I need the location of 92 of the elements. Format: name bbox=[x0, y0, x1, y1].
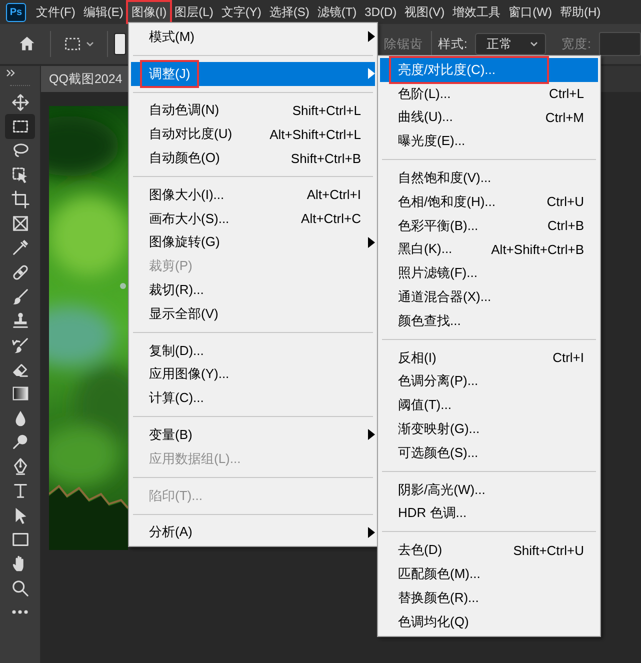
width-field[interactable] bbox=[599, 32, 641, 56]
menu-item[interactable]: 可选颜色(S)... bbox=[380, 440, 598, 465]
shortcut-label: Alt+Ctrl+C bbox=[301, 211, 361, 226]
width-label: 宽度: bbox=[562, 36, 591, 52]
menu-bar-item[interactable]: 选择(S) bbox=[265, 0, 314, 24]
menu-bar-item[interactable]: 编辑(E) bbox=[79, 0, 128, 24]
style-label: 样式: bbox=[438, 36, 468, 52]
marquee-icon bbox=[62, 35, 83, 53]
menu-item[interactable]: 亮度/对比度(C)... bbox=[380, 58, 598, 82]
shortcut-label: Shift+Ctrl+U bbox=[513, 542, 584, 558]
menu-bar-item[interactable]: 帮助(H) bbox=[556, 0, 605, 24]
collapse-icon[interactable] bbox=[6, 69, 16, 77]
bandage-icon bbox=[10, 262, 30, 282]
menu-item[interactable]: 匹配颜色(M)... bbox=[380, 562, 598, 586]
menu-item[interactable]: 黑白(K)... Alt+Shift+Ctrl+B bbox=[380, 238, 598, 262]
style-dropdown[interactable]: 正常 bbox=[475, 33, 546, 55]
menu-bar-item[interactable]: 图层(L) bbox=[170, 0, 218, 24]
document-tab[interactable]: QQ截图2024 bbox=[41, 66, 129, 92]
shortcut-label: Alt+Ctrl+I bbox=[306, 187, 361, 202]
shortcut-label: Ctrl+B bbox=[548, 218, 584, 234]
menu-item[interactable]: 颜色查找... bbox=[380, 308, 598, 333]
menu-item[interactable]: 替换颜色(R)... bbox=[380, 586, 598, 610]
app-logo: Ps bbox=[6, 2, 26, 22]
menu-item[interactable]: 色相/饱和度(H)... Ctrl+U bbox=[380, 190, 598, 214]
menu-item[interactable]: 图像旋转(G) bbox=[131, 230, 375, 254]
menu-item[interactable]: 反相(I) Ctrl+I bbox=[380, 346, 598, 370]
menu-bar-item[interactable]: 窗口(W) bbox=[504, 0, 556, 24]
shortcut-label: Ctrl+M bbox=[545, 110, 584, 125]
menu-bar-item[interactable]: 文件(F) bbox=[32, 0, 80, 24]
caret-icon bbox=[528, 39, 539, 49]
menu-item[interactable]: 裁切(R)... bbox=[131, 278, 375, 302]
shortcut-label: Alt+Shift+Ctrl+B bbox=[491, 242, 584, 257]
shortcut-label: Ctrl+U bbox=[546, 194, 584, 210]
menu-item[interactable]: 阴影/高光(W)... bbox=[380, 478, 598, 502]
menu-item[interactable]: 色调均化(Q) bbox=[380, 610, 598, 634]
submenu-arrow-icon bbox=[368, 236, 375, 248]
dodge-icon bbox=[10, 432, 30, 452]
history-brush-icon bbox=[10, 336, 30, 355]
crop-icon bbox=[10, 190, 30, 209]
menu-item[interactable]: 复制(D)... bbox=[131, 338, 375, 363]
menu-item[interactable]: 分析(A) bbox=[131, 520, 375, 544]
menu-item[interactable]: HDR 色调... bbox=[380, 502, 598, 526]
magnifier-icon bbox=[10, 578, 30, 598]
menu-bar-item[interactable]: 滤镜(T) bbox=[313, 0, 361, 24]
stamp-icon bbox=[10, 311, 30, 330]
caret-icon bbox=[84, 39, 95, 49]
selection-mode-button[interactable] bbox=[114, 33, 126, 55]
tool-button[interactable] bbox=[5, 114, 35, 139]
menu-item[interactable]: 自动色调(N) Shift+Ctrl+L bbox=[131, 98, 375, 122]
menu-item[interactable]: 图像大小(I)... Alt+Ctrl+I bbox=[131, 182, 375, 207]
menu-item[interactable]: 渐变映射(G)... bbox=[380, 417, 598, 441]
menu-item[interactable]: 色调分离(P)... bbox=[380, 370, 598, 394]
menu-bar-item[interactable]: 增效工具 bbox=[448, 0, 505, 24]
menu-item[interactable]: 画布大小(S)... Alt+Ctrl+C bbox=[131, 206, 375, 231]
menu-item[interactable]: 自动对比度(U) Alt+Shift+Ctrl+L bbox=[131, 122, 375, 146]
shortcut-label: Shift+Ctrl+L bbox=[292, 102, 361, 118]
menu-item[interactable]: 曝光度(E)... bbox=[380, 129, 598, 154]
menu-item[interactable]: 自然饱和度(V)... bbox=[380, 166, 598, 190]
menu-item[interactable]: 曲线(U)... Ctrl+M bbox=[380, 106, 598, 130]
menu-bar-item[interactable]: 视图(V) bbox=[400, 0, 449, 24]
frame-icon bbox=[10, 214, 30, 234]
submenu-arrow-icon bbox=[368, 68, 375, 79]
menu-item[interactable]: 通道混合器(X)... bbox=[380, 285, 598, 309]
menu-bar-item[interactable]: 图像(I) bbox=[127, 0, 171, 24]
menu-item[interactable]: 模式(M) bbox=[131, 25, 375, 49]
brush-icon bbox=[10, 287, 30, 306]
menu-bar-item[interactable]: 文字(Y) bbox=[217, 0, 266, 24]
menu-item[interactable]: 自动颜色(O) Shift+Ctrl+B bbox=[131, 146, 375, 170]
eyedropper-icon bbox=[10, 238, 30, 258]
more-icon bbox=[12, 610, 28, 614]
menu-bar-item[interactable]: 3D(D) bbox=[360, 0, 401, 24]
menu-item[interactable]: 调整(J) bbox=[131, 62, 375, 86]
object-select-icon bbox=[10, 166, 30, 185]
menu-item[interactable]: 照片滤镜(F)... bbox=[380, 261, 598, 286]
submenu-arrow-icon bbox=[368, 429, 375, 440]
shortcut-label: Shift+Ctrl+B bbox=[290, 150, 361, 166]
menu-item[interactable]: 阈值(T)... bbox=[380, 393, 598, 418]
shortcut-label: Alt+Shift+Ctrl+L bbox=[270, 126, 361, 142]
home-icon bbox=[18, 35, 36, 53]
menu-item[interactable]: 显示全部(V) bbox=[131, 302, 375, 326]
shortcut-label: Ctrl+L bbox=[548, 86, 584, 102]
menu-item[interactable]: 变量(B) bbox=[131, 423, 375, 447]
menu-item[interactable]: 应用图像(Y)... bbox=[131, 362, 375, 386]
menu-item[interactable]: 色彩平衡(B)... Ctrl+B bbox=[380, 214, 598, 238]
submenu-arrow-icon bbox=[368, 526, 375, 538]
anti-alias-label: 除锯齿 bbox=[384, 36, 424, 52]
shortcut-label: Ctrl+I bbox=[552, 350, 584, 366]
submenu-arrow-icon bbox=[368, 31, 375, 42]
move-icon bbox=[10, 92, 30, 112]
menu-item[interactable]: 色阶(L)... Ctrl+L bbox=[380, 82, 598, 106]
menu-item[interactable]: 计算(C)... bbox=[131, 386, 375, 410]
menu-item[interactable]: 去色(D) Shift+Ctrl+U bbox=[380, 538, 598, 562]
